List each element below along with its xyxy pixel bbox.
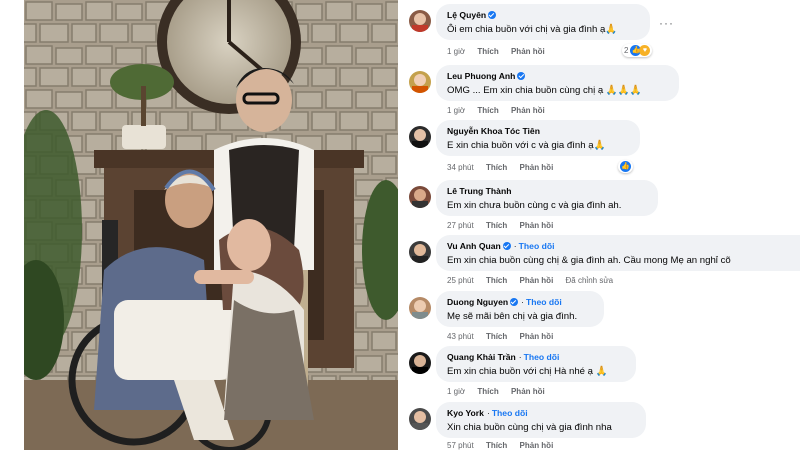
comment-time[interactable]: 43 phút: [447, 332, 474, 341]
like-button[interactable]: Thích: [477, 47, 498, 56]
comment-time[interactable]: 1 giờ: [447, 106, 465, 115]
comment-actions: 27 phút Thích Phản hồi: [447, 221, 563, 230]
edited-label: Đã chỉnh sửa: [565, 276, 614, 285]
commenter-name[interactable]: Vu Anh Quan: [447, 241, 501, 251]
like-button[interactable]: Thích: [486, 441, 507, 450]
commenter-name[interactable]: Lê Trung Thành: [447, 186, 511, 196]
comment-actions: 57 phút Thích Phản hồi: [447, 441, 563, 450]
reply-button[interactable]: Phản hồi: [511, 106, 545, 115]
comment-time[interactable]: 1 giờ: [447, 387, 465, 396]
comment-text: Mẹ sẽ mãi bên chị và gia đình.: [447, 311, 578, 322]
comment-actions: 34 phút Thích Phản hồi: [447, 163, 563, 172]
verified-badge-icon: [517, 72, 526, 80]
reply-button[interactable]: Phản hồi: [520, 276, 554, 285]
like-button[interactable]: Thích: [486, 276, 507, 285]
care-reaction-icon: ♥: [639, 45, 651, 56]
comment-text: Xin chia buồn cùng chị và gia đình nha: [447, 422, 612, 433]
comment-bubble: Leu Phuong Anh OMG ... Em xin chia buồn …: [436, 65, 679, 101]
follow-button[interactable]: Theo dõi: [526, 297, 562, 307]
comment-bubble: Kyo York · Theo dõi Xin chia buồn cùng chị…: [436, 402, 646, 438]
like-reaction-icon: 👍: [620, 161, 631, 172]
verified-badge-icon: [502, 242, 511, 250]
comment-text: OMG ... Em xin chia buồn cùng chị ạ 🙏🙏🙏: [447, 85, 642, 96]
comment-text: Em xin chưa buồn cùng c và gia đình ah.: [447, 200, 622, 211]
follow-button[interactable]: Theo dõi: [524, 352, 560, 362]
comments-list: Lệ Quyên Ôi em chia buồn với chị và gia …: [405, 0, 800, 450]
comment-text: Ôi em chia buồn với chị và gia đình ạ🙏: [447, 24, 618, 35]
like-button[interactable]: Thích: [477, 106, 498, 115]
like-button[interactable]: Thích: [486, 332, 507, 341]
commenter-name[interactable]: Duong Nguyen: [447, 297, 508, 307]
commenter-name[interactable]: Leu Phuong Anh: [447, 71, 515, 81]
comment-bubble: Lệ Quyên Ôi em chia buồn với chị và gia …: [436, 4, 650, 40]
comment-time[interactable]: 57 phút: [447, 441, 474, 450]
more-options-icon[interactable]: ···: [659, 16, 674, 30]
verified-badge-icon: [488, 11, 497, 19]
comment-actions: 43 phút Thích Phản hồi: [447, 332, 563, 341]
avatar[interactable]: [409, 352, 431, 374]
verified-badge-icon: [510, 298, 519, 306]
comment-bubble: Lê Trung Thành Em xin chưa buồn cùng c v…: [436, 180, 658, 216]
photo-image: [24, 0, 398, 450]
avatar[interactable]: [409, 71, 431, 93]
comment-bubble: Vu Anh Quan · Theo dõi Em xin chia buồn cù…: [436, 235, 800, 271]
avatar[interactable]: [409, 408, 431, 430]
avatar[interactable]: [409, 241, 431, 263]
avatar[interactable]: [409, 10, 431, 32]
comment-time[interactable]: 34 phút: [447, 163, 474, 172]
comment-text: E xin chia buồn với c và gia đình ạ🙏: [447, 140, 606, 151]
comment-bubble: Nguyễn Khoa Tóc Tiên E xin chia buồn với…: [436, 120, 640, 156]
reply-button[interactable]: Phản hồi: [520, 332, 554, 341]
like-button[interactable]: Thích: [486, 163, 507, 172]
follow-button[interactable]: Theo dõi: [492, 408, 528, 418]
comment-time[interactable]: 1 giờ: [447, 47, 465, 56]
commenter-name[interactable]: Kyo York: [447, 408, 484, 418]
comment-actions: 25 phút Thích Phản hồi Đã chỉnh sửa: [447, 276, 623, 285]
like-button[interactable]: Thích: [477, 387, 498, 396]
comment-text: Em xin chia buồn cùng chị & gia đình ah.…: [447, 255, 731, 266]
reply-button[interactable]: Phản hồi: [520, 441, 554, 450]
like-button[interactable]: Thích: [486, 221, 507, 230]
reply-button[interactable]: Phản hồi: [520, 221, 554, 230]
reply-button[interactable]: Phản hồi: [520, 163, 554, 172]
comment-actions: 1 giờ Thích Phản hồi: [447, 387, 555, 396]
comment-actions: 1 giờ Thích Phản hồi: [447, 106, 555, 115]
reaction-summary[interactable]: 2 👍 ♥: [622, 44, 653, 57]
commenter-name[interactable]: Lệ Quyên: [447, 10, 486, 20]
post-photo[interactable]: [24, 0, 398, 450]
follow-button[interactable]: Theo dõi: [519, 241, 555, 251]
comment-bubble: Quang Khải Trần · Theo dõi Em xin chia buồ…: [436, 346, 636, 382]
comment-bubble: Duong Nguyen · Theo dõi Mẹ sẽ mãi bên chị …: [436, 291, 604, 327]
avatar[interactable]: [409, 186, 431, 208]
commenter-name[interactable]: Quang Khải Trần: [447, 352, 516, 362]
avatar[interactable]: [409, 297, 431, 319]
reaction-count: 2: [624, 46, 629, 55]
comment-text: Em xin chia buồn với chị Hà nhé ạ 🙏: [447, 366, 608, 377]
avatar[interactable]: [409, 126, 431, 148]
commenter-name[interactable]: Nguyễn Khoa Tóc Tiên: [447, 126, 540, 136]
reply-button[interactable]: Phản hồi: [511, 47, 545, 56]
comment-time[interactable]: 27 phút: [447, 221, 474, 230]
comment-actions: 1 giờ Thích Phản hồi: [447, 47, 555, 56]
comment-time[interactable]: 25 phút: [447, 276, 474, 285]
reaction-summary[interactable]: 👍: [618, 160, 633, 173]
reply-button[interactable]: Phản hồi: [511, 387, 545, 396]
